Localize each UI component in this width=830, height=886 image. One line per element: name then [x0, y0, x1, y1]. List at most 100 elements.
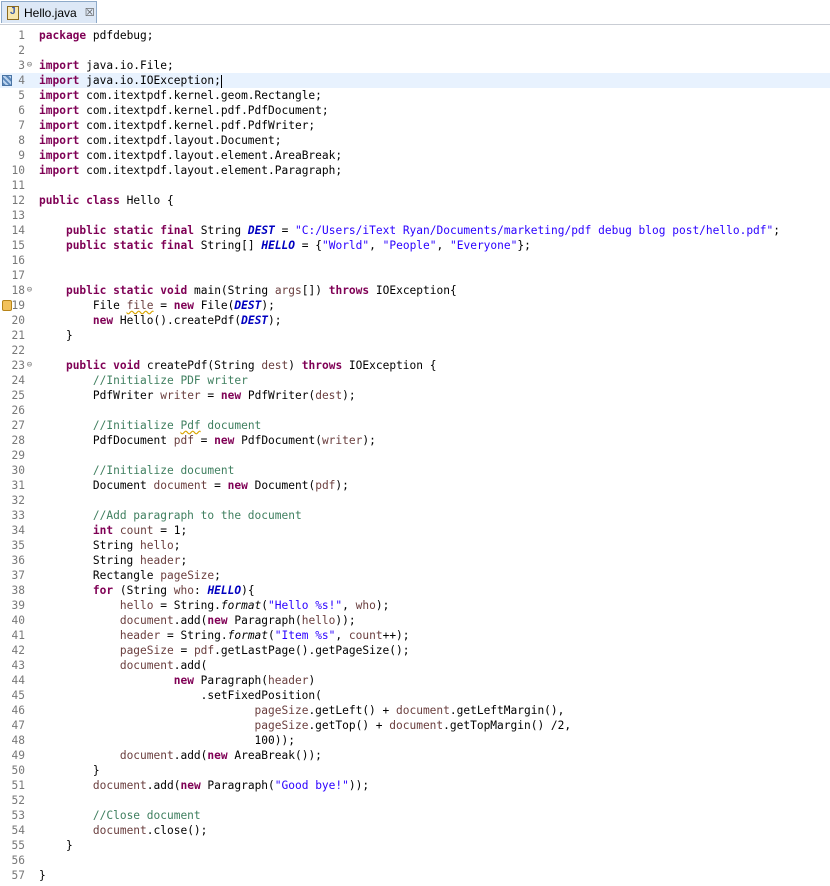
- line-number: 39: [11, 599, 25, 612]
- code-text: document.add(new AreaBreak());: [119, 749, 322, 762]
- close-icon[interactable]: ☒: [85, 6, 95, 19]
- code-line[interactable]: 41 header = String.format("Item %s", cou…: [0, 628, 830, 643]
- code-text: //Add paragraph to the document: [92, 509, 302, 522]
- code-line[interactable]: 43 document.add(: [0, 658, 830, 673]
- code-line[interactable]: 8 import com.itextpdf.layout.Document;: [0, 133, 830, 148]
- java-file-icon: [7, 5, 19, 20]
- change-marker-icon[interactable]: [2, 75, 12, 86]
- line-number: 50: [11, 764, 25, 777]
- code-line[interactable]: 17: [0, 268, 830, 283]
- code-line[interactable]: 26: [0, 403, 830, 418]
- fold-collapse-icon[interactable]: ⊖: [25, 283, 34, 298]
- fold-collapse-icon[interactable]: ⊖: [25, 358, 34, 373]
- code-line[interactable]: 53 //Close document: [0, 808, 830, 823]
- line-number: 34: [11, 524, 25, 537]
- code-line[interactable]: 31 Document document = new Document(pdf)…: [0, 478, 830, 493]
- code-line[interactable]: 48 100));: [0, 733, 830, 748]
- line-number: 55: [11, 839, 25, 852]
- code-line[interactable]: 47 pageSize.getTop() + document.getTopMa…: [0, 718, 830, 733]
- code-line[interactable]: 29: [0, 448, 830, 463]
- code-line[interactable]: 52: [0, 793, 830, 808]
- code-line[interactable]: 57}: [0, 868, 830, 883]
- line-number: 56: [11, 854, 25, 867]
- code-line[interactable]: 40 document.add(new Paragraph(hello));: [0, 613, 830, 628]
- line-number: 43: [11, 659, 25, 672]
- code-line[interactable]: 23 ⊖ public void createPdf(String dest) t…: [0, 358, 830, 373]
- code-line[interactable]: 9 import com.itextpdf.layout.element.Area…: [0, 148, 830, 163]
- code-text: document.add(: [119, 659, 208, 672]
- code-line[interactable]: 12 public class Hello {: [0, 193, 830, 208]
- line-number: 1: [18, 29, 25, 42]
- code-line[interactable]: 55 }: [0, 838, 830, 853]
- code-line[interactable]: 37 Rectangle pageSize;: [0, 568, 830, 583]
- code-line[interactable]: 28 PdfDocument pdf = new PdfDocument(wri…: [0, 433, 830, 448]
- line-number: 10: [11, 164, 25, 177]
- line-number: 38: [11, 584, 25, 597]
- code-line[interactable]: 21 }: [0, 328, 830, 343]
- code-line[interactable]: 38 for (String who: HELLO){: [0, 583, 830, 598]
- code-line[interactable]: 20 new Hello().createPdf(DEST);: [0, 313, 830, 328]
- code-text: pageSize = pdf.getLastPage().getPageSize…: [119, 644, 410, 657]
- fold-collapse-icon[interactable]: ⊖: [25, 58, 34, 73]
- line-number: 54: [11, 824, 25, 837]
- tab-hello-java[interactable]: Hello.java ☒: [1, 1, 97, 23]
- code-text: header = String.format("Item %s", count+…: [119, 629, 410, 642]
- code-line[interactable]: 51 document.add(new Paragraph("Good bye!…: [0, 778, 830, 793]
- code-line[interactable]: 1 package pdfdebug;: [0, 28, 830, 43]
- code-line[interactable]: 25 PdfWriter writer = new PdfWriter(dest…: [0, 388, 830, 403]
- code-line[interactable]: 54 document.close();: [0, 823, 830, 838]
- code-line[interactable]: 42 pageSize = pdf.getLastPage().getPageS…: [0, 643, 830, 658]
- code-line[interactable]: 56: [0, 853, 830, 868]
- code-line[interactable]: 32: [0, 493, 830, 508]
- code-line[interactable]: 5 import com.itextpdf.kernel.geom.Rectang…: [0, 88, 830, 103]
- code-text: //Initialize PDF writer: [92, 374, 248, 387]
- code-line[interactable]: 10 import com.itextpdf.layout.element.Par…: [0, 163, 830, 178]
- code-line[interactable]: 22: [0, 343, 830, 358]
- code-line[interactable]: 15 public static final String[] HELLO = …: [0, 238, 830, 253]
- code-line[interactable]: 45 .setFixedPosition(: [0, 688, 830, 703]
- code-text: String header;: [39, 554, 188, 567]
- code-line[interactable]: 4 import java.io.IOException;: [0, 73, 830, 88]
- line-number: 9: [18, 149, 25, 162]
- code-line[interactable]: 30 //Initialize document: [0, 463, 830, 478]
- code-text: document.add(new Paragraph(hello));: [119, 614, 356, 627]
- code-text: //Initialize Pdf document: [92, 419, 262, 432]
- code-line[interactable]: 27 //Initialize Pdf document: [0, 418, 830, 433]
- code-text: document.add(new Paragraph("Good bye!"))…: [92, 779, 370, 792]
- code-text: 100));: [39, 734, 295, 747]
- code-line[interactable]: 36 String header;: [0, 553, 830, 568]
- code-line[interactable]: 7 import com.itextpdf.kernel.pdf.PdfWrite…: [0, 118, 830, 133]
- code-line[interactable]: 33 //Add paragraph to the document: [0, 508, 830, 523]
- code-line[interactable]: 46 pageSize.getLeft() + document.getLeft…: [0, 703, 830, 718]
- code-line[interactable]: 16: [0, 253, 830, 268]
- code-line[interactable]: 24 //Initialize PDF writer: [0, 373, 830, 388]
- code-line[interactable]: 11: [0, 178, 830, 193]
- line-number: 44: [11, 674, 25, 687]
- code-line[interactable]: 35 String hello;: [0, 538, 830, 553]
- code-line[interactable]: 6 import com.itextpdf.kernel.pdf.PdfDocum…: [0, 103, 830, 118]
- line-number: 12: [11, 194, 25, 207]
- code-line[interactable]: 13: [0, 208, 830, 223]
- line-number: 14: [11, 224, 25, 237]
- code-line[interactable]: 34 int count = 1;: [0, 523, 830, 538]
- code-line[interactable]: 49 document.add(new AreaBreak());: [0, 748, 830, 763]
- line-number: 46: [11, 704, 25, 717]
- line-number: 25: [11, 389, 25, 402]
- line-number: 20: [11, 314, 25, 327]
- line-number: 18: [11, 284, 25, 297]
- code-line[interactable]: 2: [0, 43, 830, 58]
- code-line[interactable]: 14 public static final String DEST = "C:…: [0, 223, 830, 238]
- code-editor[interactable]: 1 package pdfdebug; 2 3 ⊖ import java.io.File…: [0, 25, 830, 886]
- code-line[interactable]: 19 File file = new File(DEST);: [0, 298, 830, 313]
- code-line[interactable]: 50 }: [0, 763, 830, 778]
- code-line[interactable]: 3 ⊖ import java.io.File;: [0, 58, 830, 73]
- warning-marker-icon[interactable]: [2, 300, 12, 311]
- code-text: Document document = new Document(pdf);: [39, 479, 349, 492]
- line-number: 24: [11, 374, 25, 387]
- code-text: String hello;: [39, 539, 181, 552]
- code-line[interactable]: 18 ⊖ public static void main(String args[…: [0, 283, 830, 298]
- line-number: 2: [18, 44, 25, 57]
- line-number: 3: [18, 59, 25, 72]
- code-line[interactable]: 44 new Paragraph(header): [0, 673, 830, 688]
- code-line[interactable]: 39 hello = String.format("Hello %s!", wh…: [0, 598, 830, 613]
